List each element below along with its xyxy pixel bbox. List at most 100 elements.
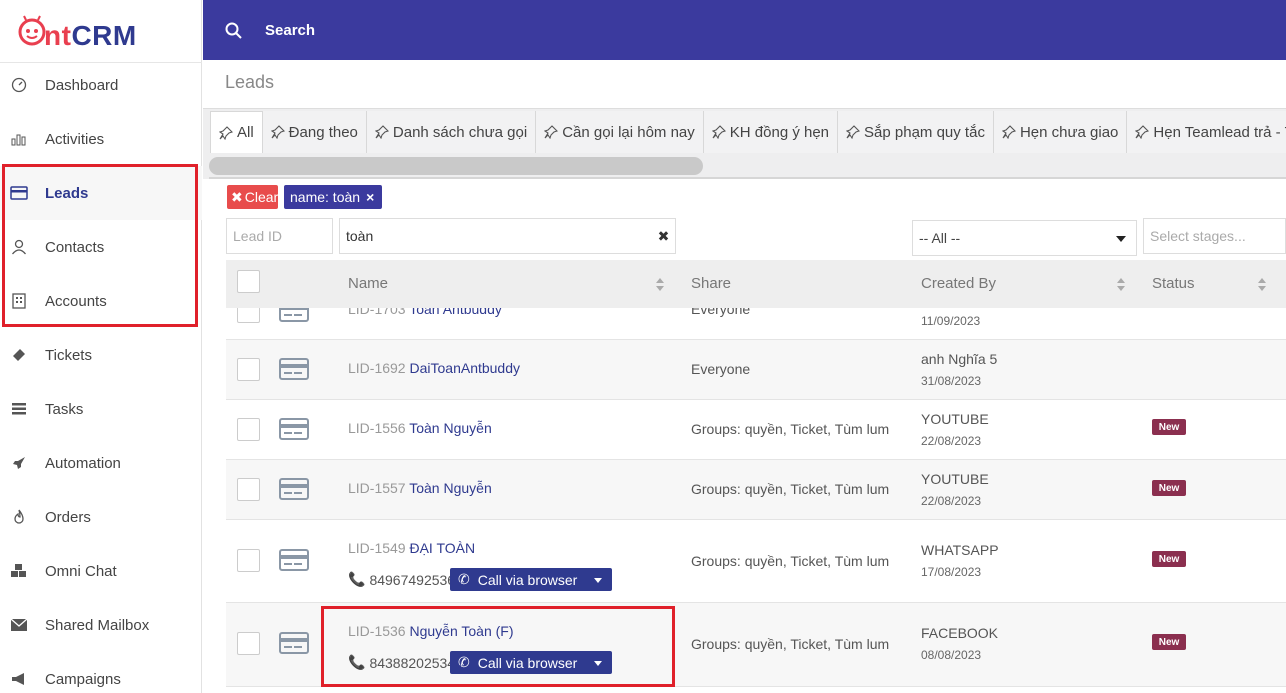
sidebar-item-label: Campaigns: [45, 670, 121, 688]
page-title: Leads: [225, 72, 275, 92]
credit-card-icon: [279, 478, 309, 500]
sidebar-item-campaigns[interactable]: Campaigns: [0, 652, 202, 693]
clear-name-input-button[interactable]: ✖: [652, 218, 676, 254]
share-cell: Groups: quyền, Ticket, Tùm lum: [691, 481, 890, 497]
sort-icon[interactable]: [1258, 278, 1266, 292]
column-header-name[interactable]: Name: [348, 275, 388, 292]
row-checkbox[interactable]: [237, 478, 260, 501]
tab-label: Hẹn chưa giao: [1019, 123, 1119, 141]
search-label[interactable]: Search: [265, 22, 315, 39]
sidebar-item-label: Tasks: [45, 400, 84, 418]
column-header-created-by[interactable]: Created By: [921, 275, 996, 292]
lead-name-link[interactable]: DaiToanAntbuddy: [409, 360, 520, 376]
column-header-share[interactable]: Share: [691, 275, 731, 292]
bar-chart-icon: [10, 130, 28, 148]
sort-icon[interactable]: [656, 278, 664, 292]
lead-id-input[interactable]: Lead ID: [226, 218, 333, 254]
caret-down-icon: [1116, 236, 1126, 242]
table-row[interactable]: LID-1556 Toàn Nguyễn Groups: quyền, Tick…: [226, 400, 1286, 460]
created-date: 22/08/2023: [921, 494, 982, 508]
status-badge: New: [1152, 634, 1186, 650]
sidebar-item-shared-mailbox[interactable]: Shared Mailbox: [0, 598, 202, 652]
tabs-divider: [209, 177, 1286, 179]
stages-select[interactable]: Select stages...: [1143, 218, 1286, 254]
row-checkbox[interactable]: [237, 358, 260, 381]
sidebar-item-dashboard[interactable]: Dashboard: [0, 58, 202, 112]
sidebar-item-omni-chat[interactable]: Omni Chat: [0, 544, 202, 598]
active-filter-chip[interactable]: name: toàn ×: [284, 185, 382, 209]
credit-card-icon: [279, 549, 309, 571]
lead-name-link[interactable]: Toàn Nguyễn: [409, 420, 492, 436]
created-by-name: FACEBOOK: [921, 625, 999, 641]
share-cell: Groups: quyền, Ticket, Tùm lum: [691, 636, 890, 652]
list-icon: [10, 400, 28, 418]
tab-label: All: [237, 124, 254, 141]
table-row[interactable]: LID-1549 ĐẠI TOÀN 📞 84967492536 ✆ Call via…: [226, 520, 1286, 603]
phone-number: 📞 84967492536: [348, 571, 455, 588]
sidebar-item-label: Dashboard: [45, 76, 119, 94]
tab-hen-teamlead-tra[interactable]: Hẹn Teamlead trả - TL c: [1127, 111, 1286, 153]
created-date: 31/08/2023: [921, 374, 982, 388]
table-row[interactable]: LID-1703 Toàn Antbuddy Everyone 11/09/20…: [226, 308, 1286, 340]
sidebar-item-activities[interactable]: Activities: [0, 112, 202, 166]
tab-sap-pham-quy-tac[interactable]: Sắp phạm quy tắc: [838, 111, 994, 153]
close-icon: ✖: [657, 227, 670, 244]
lead-id: LID-1703: [348, 308, 406, 317]
created-date: 22/08/2023: [921, 434, 982, 448]
status-badge: New: [1152, 480, 1186, 496]
sidebar: ntCRM Dashboard Activities Leads Contact…: [0, 0, 202, 693]
app-logo[interactable]: ntCRM: [14, 10, 164, 55]
created-by-name: WHATSAPP: [921, 542, 999, 558]
share-cell: Everyone: [691, 308, 751, 317]
lead-name-link[interactable]: Toàn Nguyễn: [409, 480, 492, 496]
pin-icon: [1001, 125, 1016, 139]
name-filter-input[interactable]: toàn: [339, 218, 653, 254]
sidebar-item-label: Omni Chat: [45, 562, 117, 580]
sidebar-item-automation[interactable]: Automation: [0, 436, 202, 490]
pin-icon: [219, 125, 233, 140]
filter-tabs: All Đang theo Danh sách chưa gọi Cần gọi…: [210, 111, 1286, 153]
tab-label: Cần gọi lại hôm nay: [562, 123, 695, 141]
highlight-box-row: [321, 606, 675, 687]
select-all-checkbox[interactable]: [237, 270, 260, 293]
envelope-icon: [10, 616, 28, 634]
remove-chip-icon[interactable]: ×: [366, 189, 374, 205]
tab-hen-chua-giao[interactable]: Hẹn chưa giao: [993, 111, 1128, 153]
tab-label: KH đồng ý hẹn: [729, 123, 830, 141]
row-checkbox[interactable]: [237, 632, 260, 655]
caret-down-icon[interactable]: [594, 578, 602, 583]
tab-label: Hẹn Teamlead trả - TL c: [1153, 123, 1286, 141]
share-select[interactable]: -- All --: [912, 220, 1137, 256]
gauge-icon: [10, 76, 28, 94]
sidebar-item-orders[interactable]: Orders: [0, 490, 202, 544]
share-select-value: -- All --: [919, 230, 961, 246]
table-row[interactable]: LID-1557 Toàn Nguyễn Groups: quyền, Tick…: [226, 460, 1286, 520]
row-checkbox[interactable]: [237, 418, 260, 441]
call-via-browser-button[interactable]: ✆ Call via browser: [450, 568, 612, 591]
tab-danh-sach-chua-goi[interactable]: Danh sách chưa gọi: [366, 111, 537, 153]
sort-icon[interactable]: [1117, 278, 1125, 292]
created-date: 17/08/2023: [921, 565, 982, 579]
lead-name-link[interactable]: ĐẠI TOÀN: [409, 540, 475, 556]
search-icon[interactable]: [225, 22, 243, 40]
lead-name-link[interactable]: Toàn Antbuddy: [409, 308, 502, 317]
row-checkbox[interactable]: [237, 549, 260, 572]
column-header-status[interactable]: Status: [1152, 275, 1195, 292]
tab-all[interactable]: All: [210, 111, 263, 153]
sidebar-item-tickets[interactable]: Tickets: [0, 328, 202, 382]
tabs-scrollbar[interactable]: [209, 157, 703, 175]
row-checkbox[interactable]: [237, 308, 260, 323]
close-icon: ✖: [231, 188, 243, 205]
sidebar-item-tasks[interactable]: Tasks: [0, 382, 202, 436]
tab-can-goi-lai[interactable]: Cần gọi lại hôm nay: [536, 111, 704, 153]
tab-dang-theo[interactable]: Đang theo: [262, 111, 367, 153]
share-cell: Everyone: [691, 361, 751, 377]
table-row[interactable]: LID-1692 DaiToanAntbuddy Everyone anh Ng…: [226, 340, 1286, 400]
tab-kh-dong-y-hen[interactable]: KH đồng ý hẹn: [703, 111, 839, 153]
created-by-name: YOUTUBE: [921, 411, 989, 427]
pin-icon: [846, 125, 861, 139]
megaphone-icon: [10, 670, 28, 688]
pin-icon: [1135, 125, 1150, 139]
sidebar-item-label: Tickets: [45, 346, 92, 364]
clear-filters-button[interactable]: ✖ Clear: [227, 185, 278, 209]
